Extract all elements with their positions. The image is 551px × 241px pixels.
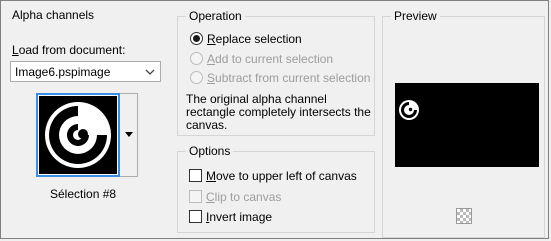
selection-caption: Sélection #8 bbox=[50, 187, 117, 201]
spiral-thumbnail-icon bbox=[39, 96, 117, 174]
invert-image-label[interactable]: Invert image bbox=[206, 210, 272, 224]
caret-down-icon bbox=[125, 132, 133, 137]
invert-image-checkbox[interactable] bbox=[189, 210, 202, 223]
preview-canvas bbox=[395, 83, 539, 167]
load-from-document-label: Load from document: bbox=[12, 43, 126, 57]
thumbnail-dropdown-button[interactable] bbox=[120, 93, 138, 177]
alpha-channel-thumbnail[interactable] bbox=[36, 93, 120, 177]
add-to-selection-radio[interactable] bbox=[190, 52, 203, 65]
clip-to-canvas-label[interactable]: Clip to canvas bbox=[206, 190, 281, 204]
info-text-line1: The original alpha channel bbox=[186, 92, 327, 106]
document-dropdown-value: Image6.pspimage bbox=[15, 65, 111, 79]
preview-title: Preview bbox=[391, 9, 440, 23]
subtract-from-selection-radio[interactable] bbox=[190, 71, 203, 84]
move-to-upper-left-checkbox[interactable] bbox=[189, 169, 202, 182]
subtract-from-selection-label[interactable]: Subtract from current selection bbox=[207, 71, 370, 85]
add-to-selection-label[interactable]: Add to current selection bbox=[207, 52, 333, 66]
info-text-line2: rectangle completely intersects the bbox=[186, 105, 371, 119]
alpha-channels-title: Alpha channels bbox=[9, 8, 98, 22]
replace-selection-radio[interactable] bbox=[190, 32, 203, 45]
clip-to-canvas-checkbox[interactable] bbox=[189, 190, 202, 203]
move-to-upper-left-label[interactable]: Move to upper left of canvas bbox=[206, 169, 357, 183]
operation-title: Operation bbox=[186, 9, 245, 23]
transparency-toggle-icon[interactable] bbox=[456, 208, 472, 224]
info-text-line3: canvas. bbox=[186, 118, 228, 132]
options-title: Options bbox=[186, 144, 234, 158]
chevron-down-icon bbox=[143, 65, 157, 79]
document-dropdown[interactable]: Image6.pspimage bbox=[10, 61, 161, 82]
replace-selection-label[interactable]: Replace selection bbox=[207, 32, 302, 46]
spiral-preview-icon bbox=[399, 100, 419, 120]
